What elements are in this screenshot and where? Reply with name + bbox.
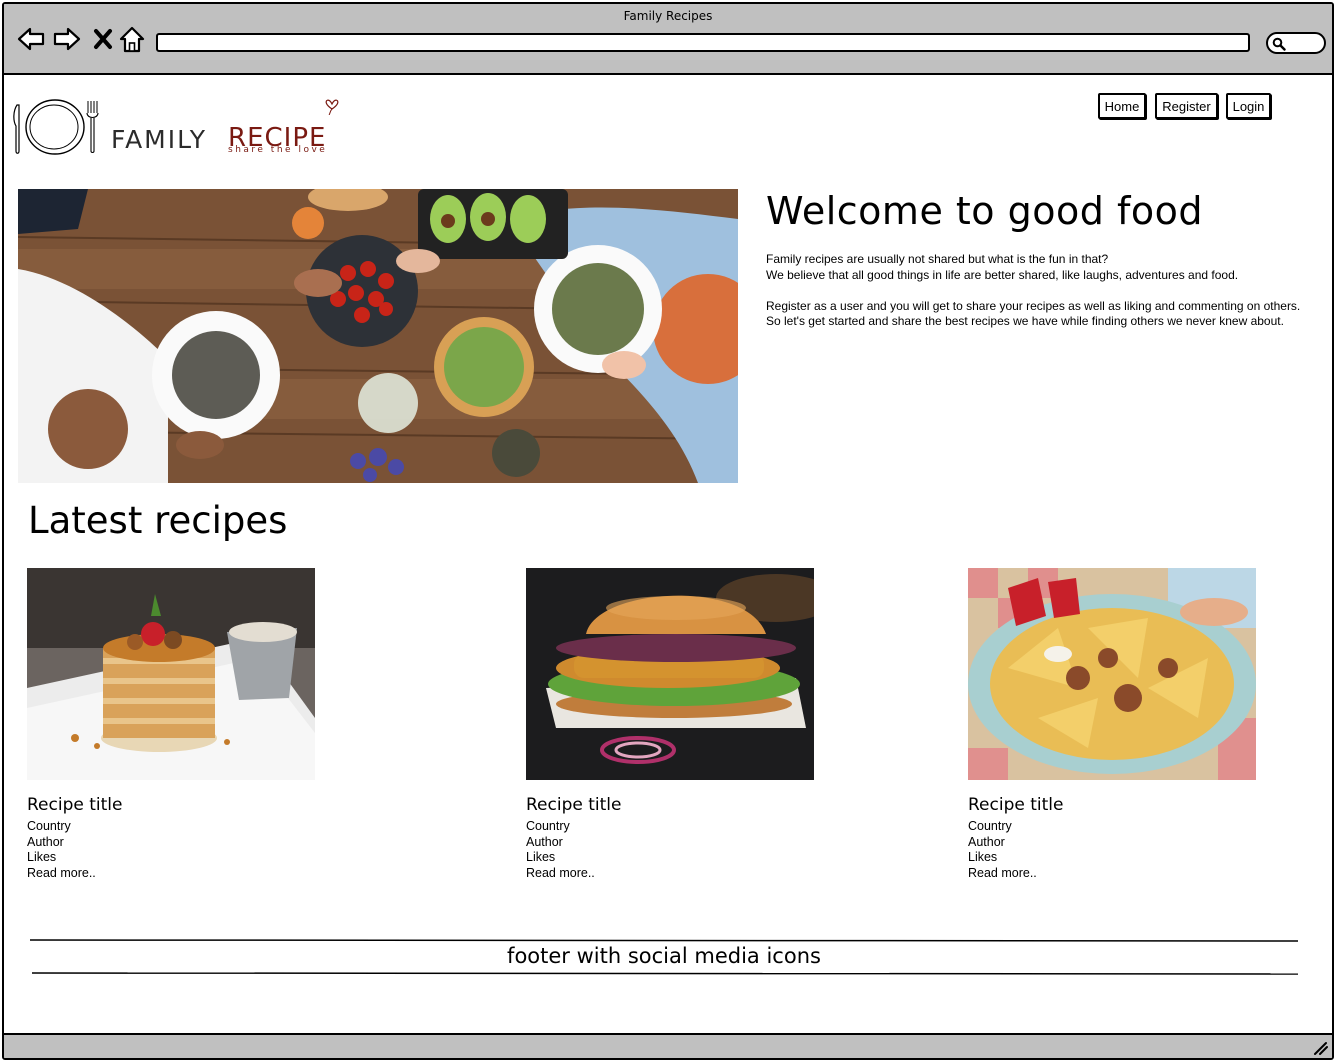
browser-toolbar: Family Recipes (4, 4, 1332, 75)
recipe-title[interactable]: Recipe title (526, 795, 826, 815)
recipe-country: Country (27, 819, 71, 833)
search-icon (1272, 37, 1286, 51)
read-more-link[interactable]: Read more.. (526, 866, 826, 882)
recipe-country: Country (526, 819, 570, 833)
recipe-meta: Country Author Likes Read more.. (526, 819, 826, 881)
site-logo[interactable]: FAMILY RECIPE share the love (10, 93, 344, 155)
status-bar (4, 1033, 1332, 1058)
hero-image (18, 189, 738, 483)
recipe-image-burger[interactable] (526, 568, 814, 780)
recipe-meta: Country Author Likes Read more.. (27, 819, 327, 881)
recipe-country: Country (968, 819, 1012, 833)
hero-paragraph: We believe that all good things in life … (766, 267, 1239, 282)
recipe-likes: Likes (526, 850, 556, 865)
page-content: FAMILY RECIPE share the love Home Regist… (4, 77, 1332, 1035)
nav-login-button[interactable]: Login (1226, 93, 1271, 119)
hero-title: Welcome to good food (766, 189, 1203, 233)
recipe-likes: Likes (968, 850, 998, 865)
logo-tagline: share the love (228, 145, 328, 155)
nav-register-button[interactable]: Register (1155, 93, 1218, 119)
recipe-author: Author (968, 834, 1005, 849)
browser-window: Family Recipes FAMILY RECIPE share the l… (2, 2, 1334, 1060)
latest-recipes-heading: Latest recipes (28, 499, 288, 542)
hero-paragraph: So let's get started and share the best … (766, 314, 1284, 329)
footer-text: footer with social media icons (507, 944, 821, 968)
hero-paragraph: Family recipes are usually not shared bu… (766, 252, 1109, 266)
recipe-meta: Country Author Likes Read more.. (968, 819, 1268, 881)
read-more-link[interactable]: Read more.. (27, 866, 327, 882)
browser-search-field[interactable] (1266, 32, 1326, 54)
hero-paragraph: Register as a user and you will get to s… (766, 298, 1301, 313)
recipe-image-nachos[interactable] (968, 568, 1256, 780)
heart-icon (325, 99, 339, 115)
nav-home-button[interactable]: Home (1098, 93, 1146, 119)
close-x-icon[interactable] (88, 24, 118, 54)
logo-word-family: FAMILY (111, 125, 208, 154)
read-more-link[interactable]: Read more.. (968, 866, 1268, 882)
recipe-image-pancakes[interactable] (27, 568, 315, 780)
resize-grip-icon[interactable] (1312, 1041, 1328, 1055)
recipe-likes: Likes (27, 850, 57, 865)
recipe-title[interactable]: Recipe title (27, 795, 327, 815)
footer: footer with social media icons (30, 939, 1298, 975)
recipe-card[interactable]: Recipe title Country Author Likes Read m… (526, 568, 826, 881)
recipe-author: Author (526, 834, 563, 849)
forward-arrow-icon[interactable] (52, 24, 82, 54)
back-arrow-icon[interactable] (16, 24, 46, 54)
recipe-card[interactable]: Recipe title Country Author Likes Read m… (27, 568, 327, 881)
recipe-title[interactable]: Recipe title (968, 795, 1268, 815)
recipe-card[interactable]: Recipe title Country Author Likes Read m… (968, 568, 1268, 881)
home-icon[interactable] (117, 24, 147, 54)
plate-cutlery-icon (13, 99, 99, 155)
address-bar[interactable] (156, 33, 1250, 52)
window-title: Family Recipes (623, 9, 713, 23)
hero-description: Family recipes are usually not shared bu… (766, 252, 1306, 330)
recipe-author: Author (27, 834, 64, 849)
